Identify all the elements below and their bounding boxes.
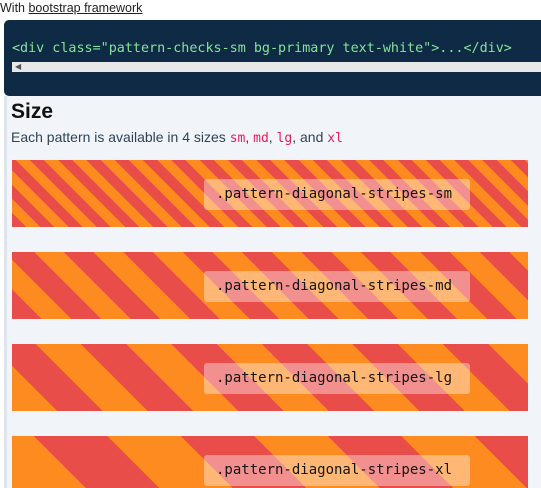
pattern-class-label: .pattern-diagonal-stripes-md — [204, 271, 470, 302]
pattern-class-label: .pattern-diagonal-stripes-lg — [204, 363, 470, 394]
size-code-sm: sm — [229, 131, 246, 146]
pattern-example-lg: .pattern-diagonal-stripes-lg — [12, 344, 528, 411]
section-title: Size — [11, 100, 54, 123]
size-section: Size Each pattern is available in 4 size… — [7, 96, 541, 488]
code-snippet: <div class="pattern-checks-sm bg-primary… — [12, 41, 512, 56]
section-description: Each pattern is available in 4 sizes sm,… — [11, 129, 343, 146]
size-code-xl: xl — [327, 131, 343, 146]
pattern-example-sm: .pattern-diagonal-stripes-sm — [12, 160, 528, 227]
bootstrap-framework-link[interactable]: bootstrap framework — [28, 1, 142, 15]
intro-line: With bootstrap framework — [0, 1, 142, 15]
code-example-block: <div class="pattern-checks-sm bg-primary… — [4, 20, 541, 96]
pattern-class-label: .pattern-diagonal-stripes-sm — [204, 179, 470, 210]
size-code-md: md — [253, 131, 269, 146]
description-text: Each pattern is available in 4 sizes — [11, 129, 230, 145]
triangle-left-icon[interactable]: ◀ — [15, 63, 21, 71]
pattern-example-xl: .pattern-diagonal-stripes-xl — [12, 436, 528, 488]
pattern-class-label: .pattern-diagonal-stripes-xl — [204, 455, 470, 486]
intro-prefix: With — [0, 1, 29, 15]
separator: , — [245, 129, 254, 145]
separator: , and — [292, 129, 328, 145]
separator: , — [268, 129, 277, 145]
horizontal-scrollbar[interactable]: ◀ — [12, 62, 541, 72]
pattern-example-md: .pattern-diagonal-stripes-md — [12, 252, 528, 319]
size-code-lg: lg — [276, 131, 293, 146]
